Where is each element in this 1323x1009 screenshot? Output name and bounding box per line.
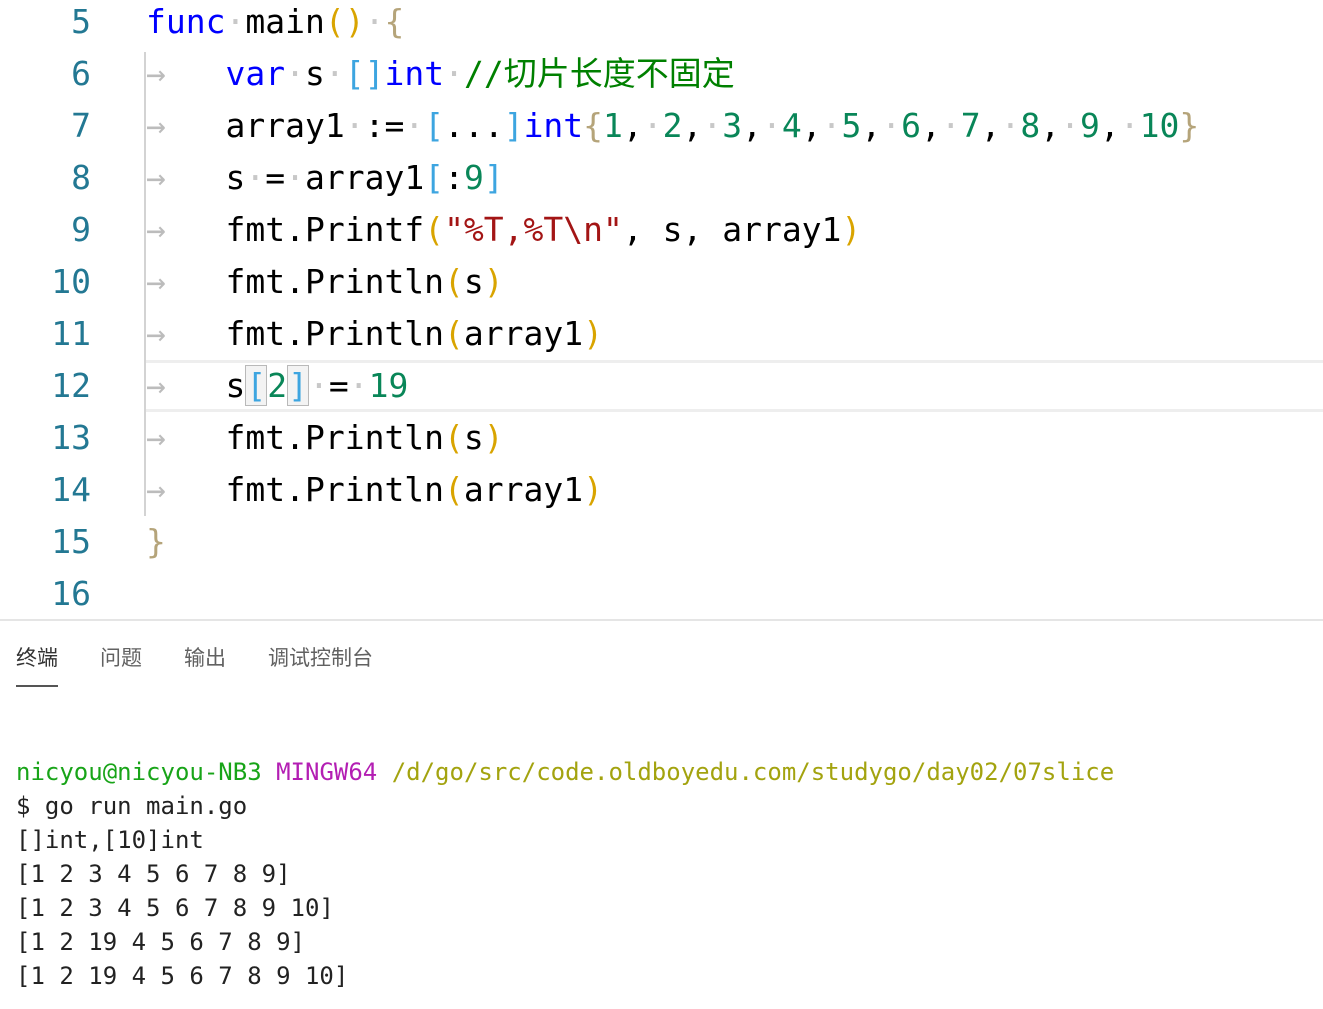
- code-text[interactable]: → var·s·[]int·//切片长度不固定: [146, 52, 735, 104]
- code-line-14[interactable]: 14 → fmt.Println(array1): [0, 468, 1323, 520]
- code-text[interactable]: → s·=·array1[:9]: [146, 156, 504, 208]
- code-line-8[interactable]: 8 → s·=·array1[:9]: [0, 156, 1323, 208]
- terminal-output-line: [1 2 19 4 5 6 7 8 9 10]: [16, 962, 349, 990]
- terminal-prompt-line: nicyou@nicyou-NB3 MINGW64 /d/go/src/code…: [16, 755, 1114, 789]
- code-text[interactable]: → fmt.Println(array1): [146, 312, 603, 364]
- code-line-11[interactable]: 11 → fmt.Println(array1): [0, 312, 1323, 364]
- code-text[interactable]: → fmt.Println(s): [146, 260, 504, 312]
- terminal-output-line: [1 2 19 4 5 6 7 8 9]: [16, 928, 305, 956]
- code-line-10[interactable]: 10 → fmt.Println(s): [0, 260, 1323, 312]
- line-number: 11: [51, 314, 91, 353]
- code-text[interactable]: → s[2]·=·19: [146, 364, 408, 416]
- code-line-16[interactable]: 16: [0, 572, 1323, 624]
- line-number: 13: [51, 418, 91, 457]
- line-number: 16: [51, 574, 91, 613]
- code-text[interactable]: → fmt.Printf("%T,%T\n", s, array1): [146, 208, 861, 260]
- code-line-7[interactable]: 7 → array1·:=·[...]int{1,·2,·3,·4,·5,·6,…: [0, 104, 1323, 156]
- code-text[interactable]: }: [146, 520, 166, 572]
- code-line-15[interactable]: 15 }: [0, 520, 1323, 572]
- tab-terminal[interactable]: 终端: [16, 643, 58, 687]
- terminal-output[interactable]: nicyou@nicyou-NB3 MINGW64 /d/go/src/code…: [16, 755, 1114, 993]
- terminal-output-line: [1 2 3 4 5 6 7 8 9 10]: [16, 894, 334, 922]
- tab-problems[interactable]: 问题: [100, 643, 142, 685]
- terminal-output-line: [1 2 3 4 5 6 7 8 9]: [16, 860, 291, 888]
- code-text[interactable]: func·main()·{: [146, 0, 404, 52]
- line-number: 6: [71, 54, 91, 93]
- tab-debug-console[interactable]: 调试控制台: [268, 643, 373, 685]
- code-line-5[interactable]: 5 func·main()·{: [0, 0, 1323, 52]
- tab-output[interactable]: 输出: [184, 643, 226, 685]
- line-number: 12: [51, 366, 91, 405]
- terminal-user: nicyou@nicyou-NB3: [16, 758, 262, 786]
- code-line-13[interactable]: 13 → fmt.Println(s): [0, 416, 1323, 468]
- terminal-output-line: []int,[10]int: [16, 826, 204, 854]
- line-number: 14: [51, 470, 91, 509]
- code-line-12[interactable]: 12 → s[2]·=·19: [0, 360, 1323, 412]
- line-number: 10: [51, 262, 91, 301]
- line-number: 8: [71, 158, 91, 197]
- line-number: 15: [51, 522, 91, 561]
- code-line-9[interactable]: 9 → fmt.Printf("%T,%T\n", s, array1): [0, 208, 1323, 260]
- code-text[interactable]: → fmt.Println(array1): [146, 468, 603, 520]
- code-editor[interactable]: 5 func·main()·{ 6 → var·s·[]int·//切片长度不固…: [0, 0, 1323, 620]
- line-number: 9: [71, 210, 91, 249]
- code-text[interactable]: → array1·:=·[...]int{1,·2,·3,·4,·5,·6,·7…: [146, 104, 1199, 156]
- line-number: 7: [71, 106, 91, 145]
- panel-divider: [0, 619, 1323, 621]
- terminal-system: MINGW64: [276, 758, 378, 786]
- line-number: 5: [71, 2, 91, 41]
- code-text[interactable]: → fmt.Println(s): [146, 416, 504, 468]
- terminal-path: /d/go/src/code.oldboyedu.com/studygo/day…: [391, 758, 1115, 786]
- code-line-6[interactable]: 6 → var·s·[]int·//切片长度不固定: [0, 52, 1323, 104]
- terminal-command: $ go run main.go: [16, 792, 248, 820]
